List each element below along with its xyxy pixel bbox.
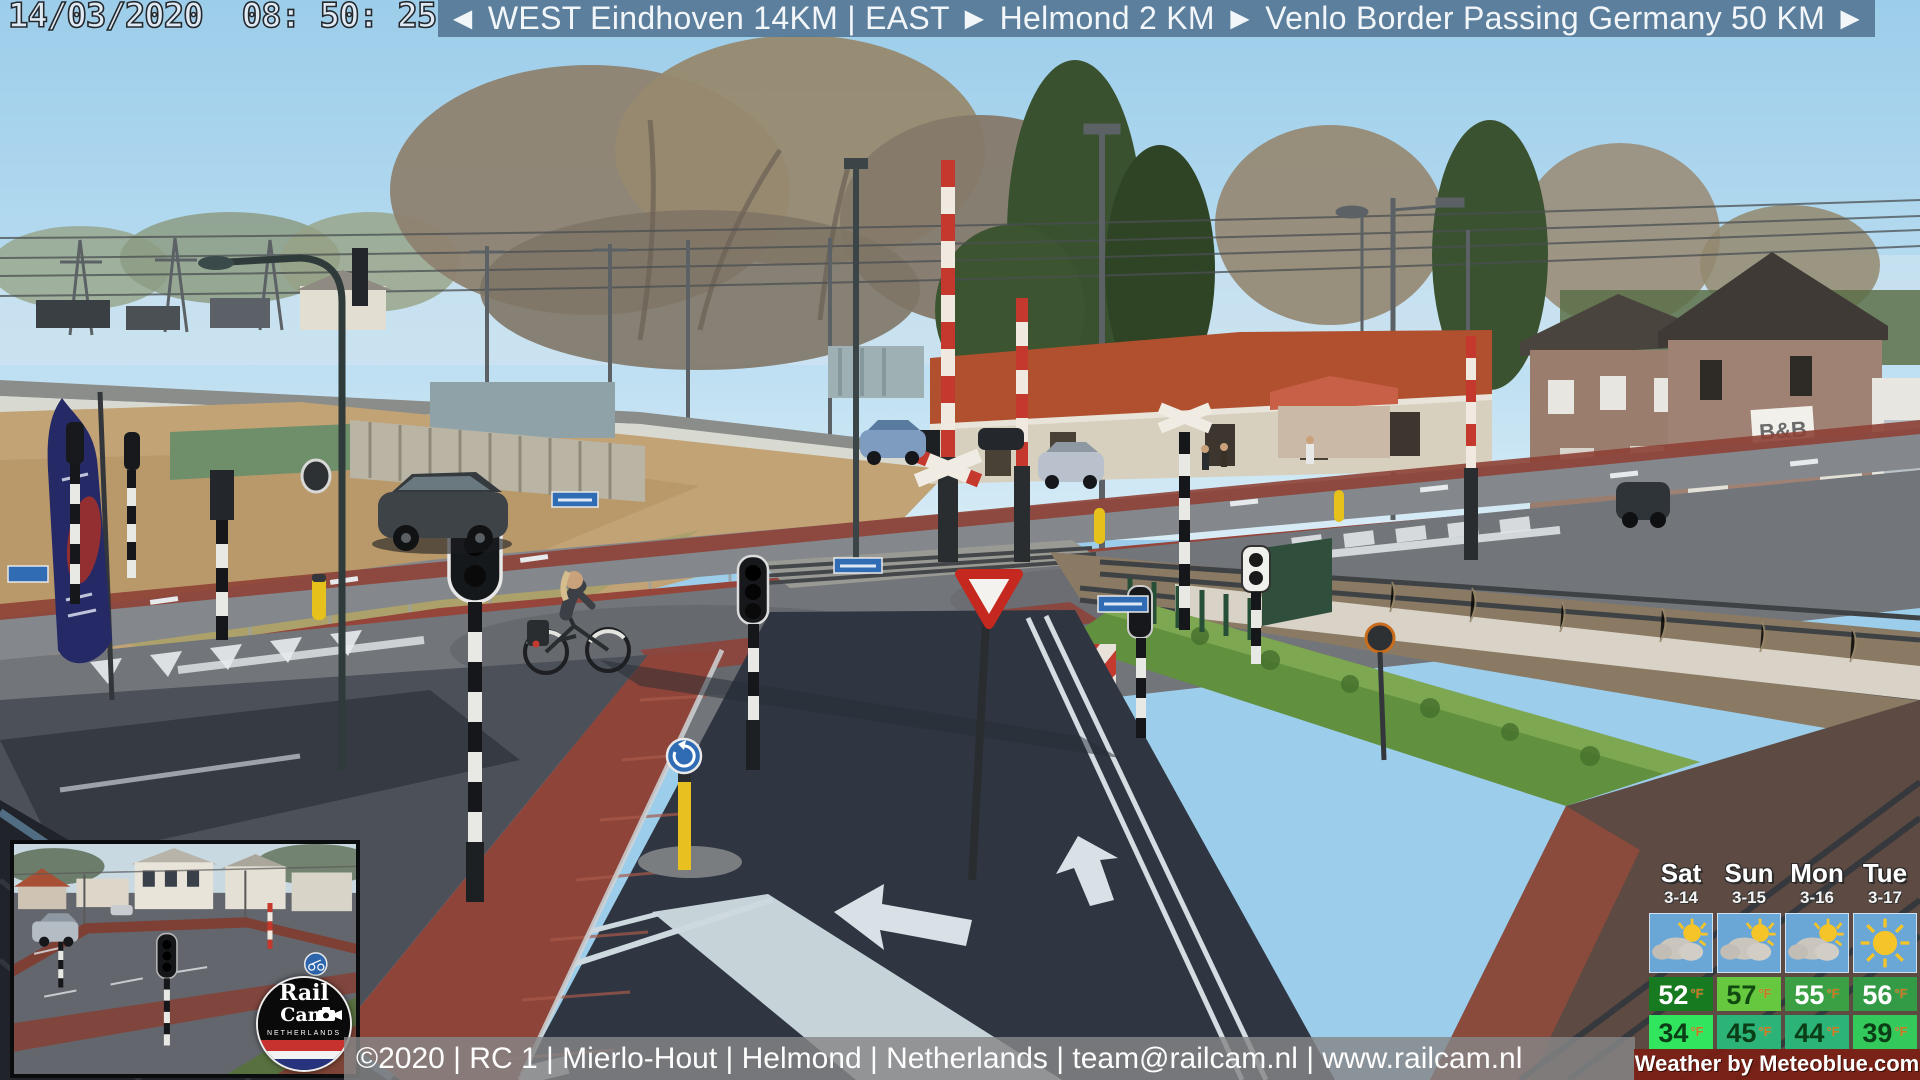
copyright-info-bar: ©2020 | RC 1 | Mierlo-Hout | Helmond | N… bbox=[344, 1037, 1635, 1080]
pip-bike-sign bbox=[303, 952, 328, 977]
low-temp: 39 °F bbox=[1853, 1015, 1917, 1049]
sun-behind-cloud-icon bbox=[1649, 913, 1713, 973]
logo-country-label: NETHERLANDS bbox=[258, 1028, 350, 1040]
weather-day: Sat bbox=[1660, 858, 1702, 888]
weather-date: 3-16 bbox=[1799, 888, 1835, 907]
high-temp: 56 °F bbox=[1853, 977, 1917, 1011]
high-temp: 55 °F bbox=[1785, 977, 1849, 1011]
weather-date: 3-15 bbox=[1731, 888, 1767, 907]
railcam-video-frame: B&B 14/03/2020 08: 50: 25 ◄ WEST Eindhov… bbox=[0, 0, 1920, 1080]
weather-date: 3-17 bbox=[1867, 888, 1903, 907]
camera-icon bbox=[318, 1007, 342, 1021]
low-temp: 34 °F bbox=[1649, 1015, 1713, 1049]
weather-widget: Sat Sun Mon Tue 3-14 3-15 3-16 3-17 52 °F… bbox=[1649, 857, 1917, 1049]
weather-credit: Weather by Meteoblue.com bbox=[1634, 1049, 1920, 1080]
flag-band-white bbox=[258, 1051, 350, 1059]
flag-band-red bbox=[258, 1040, 350, 1051]
high-temp: 57 °F bbox=[1717, 977, 1781, 1011]
weather-day: Tue bbox=[1862, 858, 1908, 888]
timestamp-overlay: 14/03/2020 08: 50: 25 bbox=[7, 0, 438, 37]
weather-day: Mon bbox=[1790, 858, 1844, 888]
logo-text-cam: Cam bbox=[258, 1005, 350, 1025]
weather-date: 3-14 bbox=[1663, 888, 1699, 907]
sun-behind-cloud-icon bbox=[1717, 913, 1781, 973]
low-temp: 45 °F bbox=[1717, 1015, 1781, 1049]
sun-behind-cloud-icon bbox=[1785, 913, 1849, 973]
striped-pole bbox=[216, 520, 228, 640]
sunny-icon bbox=[1853, 913, 1917, 973]
direction-banner: ◄ WEST Eindhoven 14KM | EAST ► Helmond 2… bbox=[438, 0, 1875, 37]
railcam-logo: Rail Cam NETHERLANDS bbox=[256, 976, 352, 1072]
weather-day: Sun bbox=[1724, 858, 1774, 888]
high-temp: 52 °F bbox=[1649, 977, 1713, 1011]
low-temp: 44 °F bbox=[1785, 1015, 1849, 1049]
convex-mirror bbox=[1364, 622, 1396, 654]
striped-pole bbox=[1179, 432, 1190, 630]
